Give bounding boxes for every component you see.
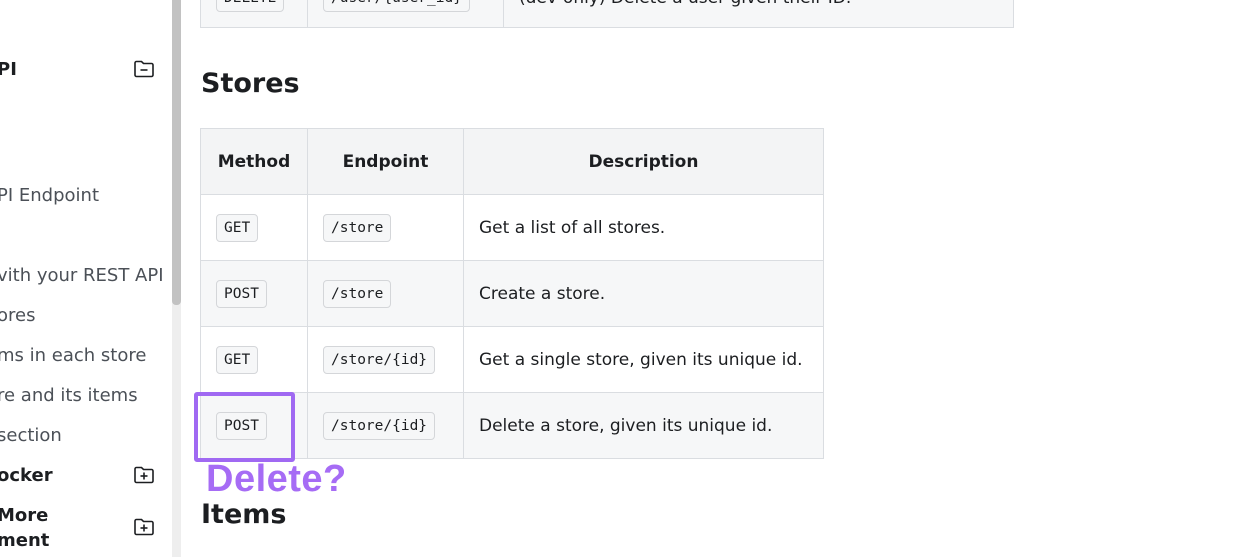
sidebar-item-store-and-items[interactable]: re and its items (0, 383, 138, 409)
endpoint-code: /store (323, 279, 392, 308)
description-header: Description (463, 128, 824, 195)
items-heading: Items (201, 499, 287, 530)
method-code: GET (216, 213, 259, 242)
docs-page: PI PI Endpoint vith your REST API ores m… (0, 0, 1242, 557)
sidebar-item-section[interactable]: section (0, 423, 62, 449)
method-cell: GET (200, 326, 308, 393)
description-cell: (dev-only) Delete a user given their ID. (503, 0, 1014, 28)
method-cell: DELETE (200, 0, 308, 28)
method-cell: GET (200, 194, 308, 261)
description-cell: Create a store. (463, 260, 824, 327)
sidebar-scrollbar[interactable] (172, 0, 181, 557)
sidebar-item-more-continued: ment (0, 530, 50, 551)
sidebar-nav: PI PI Endpoint vith your REST API ores m… (0, 0, 172, 557)
endpoint-code: /store (323, 213, 392, 242)
endpoint-cell: /store/{id} (307, 326, 464, 393)
endpoint-cell: /store (307, 194, 464, 261)
endpoint-code: /store/{id} (323, 345, 436, 374)
table-row: POST /store Create a store. (200, 260, 824, 327)
sidebar-item-stores[interactable]: ores (0, 303, 35, 329)
table-row: DELETE /user/{user_id} (dev-only) Delete… (200, 0, 1014, 28)
sidebar-item-api[interactable]: PI (0, 57, 17, 83)
sidebar-scrollbar-thumb[interactable] (172, 0, 181, 305)
description-cell: Delete a store, given its unique id. (463, 392, 824, 459)
table-row: GET /store/{id} Get a single store, give… (200, 326, 824, 393)
sidebar-item-items-in-store[interactable]: ms in each store (0, 343, 146, 369)
users-endpoints-table: DELETE /user/{user_id} (dev-only) Delete… (200, 0, 1014, 28)
method-code: POST (216, 279, 267, 308)
sidebar-item-docker[interactable]: ocker (0, 463, 53, 489)
method-header: Method (200, 128, 308, 195)
annotation-highlight-box (194, 392, 295, 462)
sidebar-item-more[interactable]: More (0, 503, 48, 529)
endpoint-cell: /store/{id} (307, 392, 464, 459)
sidebar-item-api-endpoint[interactable]: PI Endpoint (0, 183, 99, 209)
endpoint-code: /store/{id} (323, 411, 436, 440)
folder-expand-icon[interactable] (133, 465, 155, 485)
table-header-row: Method Endpoint Description (200, 128, 824, 195)
endpoint-code: /user/{user_id} (323, 0, 470, 12)
endpoint-cell: /user/{user_id} (307, 0, 504, 28)
method-cell: POST (200, 260, 308, 327)
endpoint-header: Endpoint (307, 128, 464, 195)
sidebar-item-rest-api[interactable]: vith your REST API (0, 263, 164, 289)
folder-collapse-icon[interactable] (133, 59, 155, 79)
method-code: DELETE (216, 0, 285, 12)
table-row: GET /store Get a list of all stores. (200, 194, 824, 261)
stores-heading: Stores (201, 68, 300, 99)
method-code: GET (216, 345, 259, 374)
description-cell: Get a list of all stores. (463, 194, 824, 261)
endpoint-cell: /store (307, 260, 464, 327)
description-cell: Get a single store, given its unique id. (463, 326, 824, 393)
folder-expand-icon[interactable] (133, 517, 155, 537)
annotation-label: Delete? (206, 458, 347, 500)
